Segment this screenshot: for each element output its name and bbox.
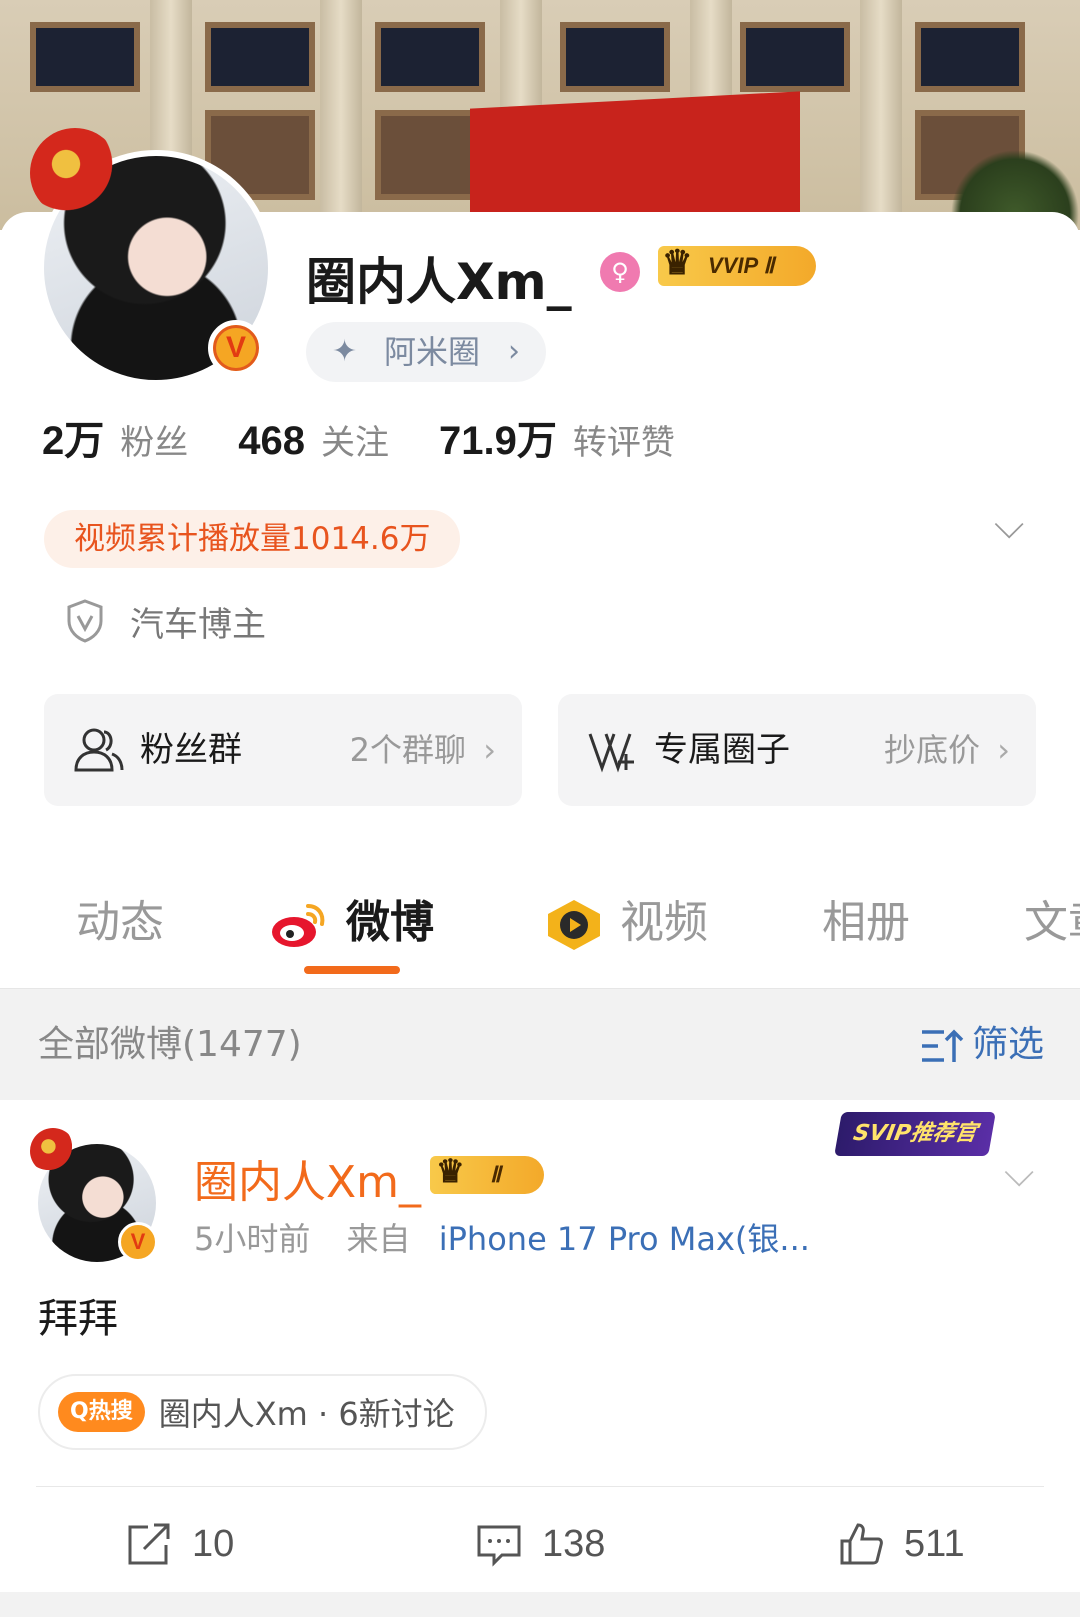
shield-icon [67,599,103,643]
profile-stats: 2万 粉丝 468 关注 71.9万 转评赞 [42,408,725,463]
tab-weibo-label: 微博 [346,897,434,948]
filter-bar: 全部微博(1477) 筛选 [0,988,1080,1100]
repost-button[interactable]: 10 [126,1496,234,1592]
cover-door [375,110,485,200]
stat-number: 71.9万 [439,419,557,463]
crown-icon: ♛ [662,244,693,282]
cover-window [740,22,850,92]
comment-count: 138 [542,1522,606,1565]
fan-group-title: 粉丝群 [140,730,242,770]
tab-article[interactable]: 文章 [1024,868,1080,978]
chevron-right-icon: › [483,731,496,769]
stat-number: 2万 [42,419,105,463]
feature-boxes: 粉丝群 2个群聊 › 专属圈子 抄底价 › [44,694,1036,806]
exclusive-circle-title: 专属圈子 [654,730,790,770]
hot-search-text: 圈内人Xm · 6新讨论 [158,1395,455,1433]
cover-window [560,22,670,92]
profile-avatar[interactable]: V [30,128,274,386]
flag-decoration-icon [30,1128,76,1174]
post-from-label: 来自 [346,1220,411,1258]
post-vip-level: Ⅱ [490,1162,501,1187]
v-plus-icon [588,733,634,773]
tab-dynamic[interactable]: 动态 [76,868,164,978]
fan-group-button[interactable]: 粉丝群 2个群聊 › [44,694,522,806]
comment-icon [477,1525,521,1567]
post-time: 5小时前 [194,1220,311,1258]
chevron-right-icon: › [508,334,520,369]
thumbs-up-icon [840,1523,883,1565]
crown-icon: ♛ [436,1153,465,1189]
post-actions: 10 138 511 [0,1496,1080,1592]
post-author-name[interactable]: 圈内人Xm_ [194,1146,421,1210]
cover-window [30,22,140,92]
creator-tag-label: 汽车博主 [130,604,266,645]
cover-pillar [860,0,902,230]
exclusive-circle-button[interactable]: 专属圈子 抄底价 › [558,694,1036,806]
comment-button[interactable]: 138 [476,1496,605,1592]
hot-search-tag: Q热搜 [58,1392,145,1432]
ami-circle-button[interactable]: ✦ 阿米圈 › [306,322,546,382]
fan-group-count: 2个群聊 [349,731,466,769]
cover-red-banner [470,91,800,230]
verified-badge: V [118,1222,158,1262]
active-tab-indicator [304,966,400,974]
sort-filter-icon [921,1029,964,1062]
cover-window [205,22,315,92]
tab-video-label: 视频 [620,897,708,948]
fan-circle-icon: ✦ [332,334,358,369]
flag-decoration-icon [30,128,120,218]
cover-pillar [320,0,362,230]
weibo-post[interactable]: V 圈内人Xm_ ♛ Ⅱ SVIP推荐官 ⌵ 5小时前 来自 iPhone 17… [0,1100,1080,1592]
stat-label: 转评赞 [572,423,675,463]
tab-weibo[interactable]: 微博 [270,868,434,978]
post-content[interactable]: 拜拜 [38,1286,118,1344]
next-post-separator [0,1592,1080,1617]
stat-label: 粉丝 [120,423,189,463]
filter-button[interactable]: 筛选 [920,989,1044,1101]
weibo-logo-icon [272,904,325,947]
chevron-down-icon[interactable]: ⌵ [1004,1150,1034,1196]
stat-following[interactable]: 468 关注 [238,415,389,464]
vvip-badge[interactable]: ♛ VVIP Ⅱ [658,244,816,286]
cover-window [375,22,485,92]
post-vip-badge[interactable]: ♛ Ⅱ [430,1153,544,1194]
video-play-icon [548,900,600,950]
hot-search-link[interactable]: Q热搜 圈内人Xm · 6新讨论 [38,1374,487,1450]
tab-album[interactable]: 相册 [822,868,910,978]
like-count: 511 [904,1522,965,1565]
profile-username: 圈内人Xm_ [306,253,572,311]
stat-followers[interactable]: 2万 粉丝 [42,408,188,466]
filter-label: 筛选 [971,1024,1044,1065]
exclusive-circle-sub: 抄底价 [883,731,980,769]
repost-icon [128,1523,170,1565]
female-icon: ♀ [600,252,640,292]
creator-tag[interactable]: 汽车博主 [66,596,266,646]
like-button[interactable]: 511 [838,1496,965,1592]
stat-number: 468 [238,419,305,463]
group-icon [74,728,124,772]
stat-interactions[interactable]: 71.9万 转评赞 [439,408,675,466]
chevron-down-icon[interactable]: ⌵ [994,502,1024,548]
post-source[interactable]: iPhone 17 Pro Max(银... [439,1220,810,1258]
svip-recommender-badge: SVIP推荐官 [834,1112,996,1156]
repost-count: 10 [192,1522,235,1565]
video-plays-badge[interactable]: 视频累计播放量1014.6万 [44,510,461,568]
post-meta: 5小时前 来自 iPhone 17 Pro Max(银... [194,1214,810,1260]
ami-circle-label: 阿米圈 [384,333,481,371]
tab-video[interactable]: 视频 [544,868,708,978]
divider [36,1486,1044,1487]
verified-badge: V [208,320,264,376]
all-weibo-count: 全部微博(1477) [38,1024,302,1065]
cover-window [915,22,1025,92]
vvip-label: VVIP Ⅱ [708,253,775,278]
profile-tabs: 动态 微博 视频 相册 文章 [0,868,1080,978]
chevron-right-icon: › [997,731,1010,769]
stat-label: 关注 [321,423,389,463]
